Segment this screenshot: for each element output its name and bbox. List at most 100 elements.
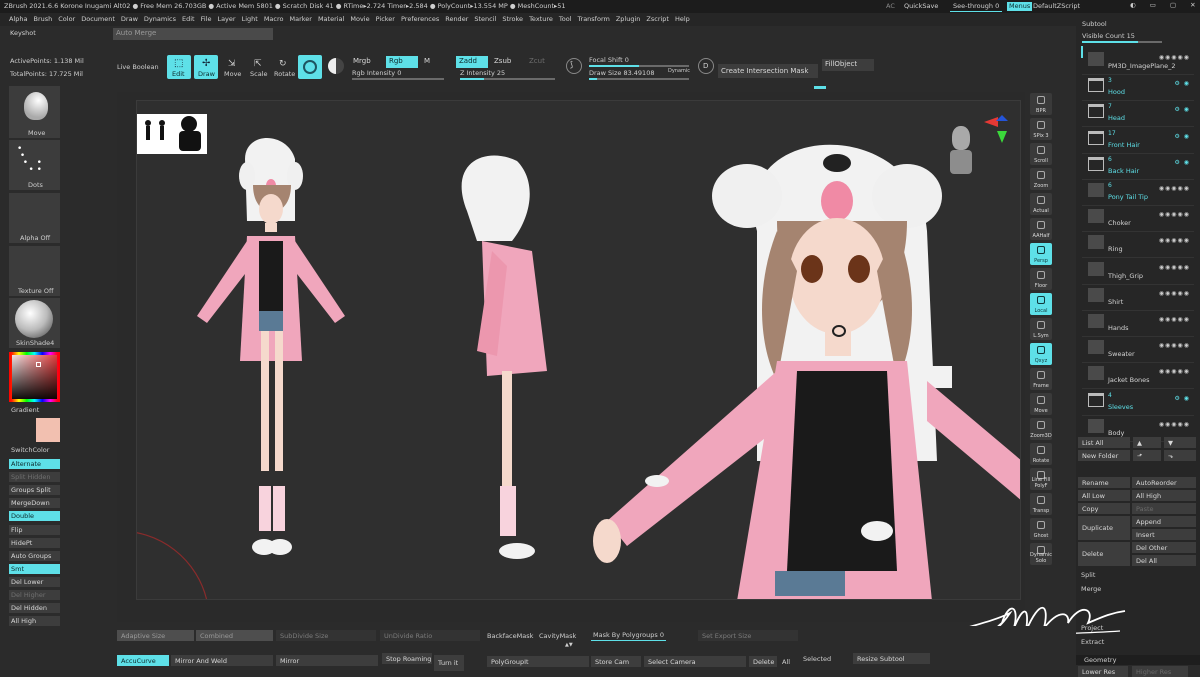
subtool-item-pm3d-imageplane-2[interactable]: PM3D_ImagePlane_2 ◉◉◉◉◉ <box>1082 49 1194 75</box>
left-btn-split-hidden[interactable]: Split Hidden <box>9 472 60 483</box>
draw-size-label[interactable]: Draw Size 83.49108 <box>589 70 654 77</box>
texture-thumbnail[interactable]: Texture Off <box>9 246 60 296</box>
menu-macro[interactable]: Macro <box>264 16 284 23</box>
shelf-aahalf[interactable]: AAHalf <box>1030 218 1052 240</box>
menu-file[interactable]: File <box>201 16 212 23</box>
head-navigation-icon[interactable] <box>948 126 974 176</box>
move-down-button[interactable]: ⬎ <box>1164 450 1196 461</box>
shelf-dynamic-solo[interactable]: Dynamic Solo <box>1030 543 1052 565</box>
hue-ring[interactable] <box>9 352 60 402</box>
resize-subtool-button[interactable]: Resize Subtool <box>853 653 930 664</box>
cavity-arrows-icon[interactable]: ▲▼ <box>565 643 573 648</box>
menu-material[interactable]: Material <box>318 16 344 23</box>
subtool-item-front-hair[interactable]: 17 Front Hair ⚙ ◉ <box>1082 128 1194 154</box>
subtool-item-head[interactable]: 7 Head ⚙ ◉ <box>1082 101 1194 128</box>
visibility-icon[interactable]: ◉◉◉◉◉ <box>1159 316 1190 323</box>
stop-roaming-button[interactable]: Stop Roaming <box>382 653 432 664</box>
rgb-intensity-slider[interactable] <box>352 78 444 80</box>
turn-it-button[interactable]: Turn it <box>434 655 464 671</box>
new-folder-button[interactable]: New Folder <box>1078 450 1130 461</box>
higher-res-button[interactable]: Higher Res <box>1132 666 1188 677</box>
rename-button[interactable]: Rename <box>1078 477 1130 488</box>
m-button[interactable]: M <box>421 56 433 68</box>
create-intersection-mask-button[interactable]: Create Intersection Mask <box>718 64 818 78</box>
rgb-button[interactable]: Rgb <box>386 56 418 68</box>
left-btn-mergedown[interactable]: MergeDown <box>9 498 60 509</box>
del-other-button[interactable]: Del Other <box>1132 542 1196 553</box>
seethrough-slider[interactable]: See-through 0 <box>950 2 1003 12</box>
menu-movie[interactable]: Movie <box>350 16 369 23</box>
left-btn-alternate[interactable]: Alternate <box>9 459 60 469</box>
alpha-thumbnail[interactable]: Alpha Off <box>9 193 60 243</box>
shelf-transp[interactable]: Transp <box>1030 493 1052 515</box>
subdivide-size-slider[interactable]: SubDivide Size <box>276 630 376 641</box>
mask-by-polygroups-slider[interactable]: Mask By Polygroups 0 <box>591 631 666 641</box>
keyshot-label[interactable]: Keyshot <box>10 30 36 37</box>
delete-subtool-button[interactable]: Delete <box>1078 542 1130 566</box>
menu-render[interactable]: Render <box>445 16 468 23</box>
visibility-icon[interactable]: ◉◉◉◉◉ <box>1159 185 1190 192</box>
brush-thumbnail[interactable]: Move <box>9 86 60 138</box>
menu-transform[interactable]: Transform <box>578 16 610 23</box>
visibility-icon[interactable]: ◉◉◉◉◉ <box>1159 368 1190 375</box>
shelf-frame[interactable]: Frame <box>1030 368 1052 390</box>
menu-texture[interactable]: Texture <box>529 16 553 23</box>
folder-settings-icon[interactable]: ⚙ ◉ <box>1174 159 1190 166</box>
left-btn-hidept[interactable]: HidePt <box>9 537 60 548</box>
subtool-title[interactable]: Subtool <box>1082 21 1107 28</box>
mrgb-button[interactable]: Mrgb <box>350 56 382 68</box>
subtool-item-ring[interactable]: Ring ◉◉◉◉◉ <box>1082 232 1194 259</box>
all-high-button[interactable]: All High <box>1132 490 1196 501</box>
left-btn-flip[interactable]: Flip <box>9 524 60 535</box>
combined-button[interactable]: Combined <box>196 630 273 641</box>
shelf-bpr[interactable]: BPR <box>1030 93 1052 115</box>
shelf-l-sym[interactable]: L.Sym <box>1030 318 1052 340</box>
store-cam-button[interactable]: Store Cam <box>591 656 641 667</box>
document-canvas[interactable] <box>136 100 1021 600</box>
left-btn-double[interactable]: Double <box>9 511 60 522</box>
auto-merge-button[interactable]: Auto Merge <box>113 28 273 40</box>
shelf-zoom3d[interactable]: Zoom3D <box>1030 418 1052 440</box>
left-btn-smt[interactable]: Smt <box>9 563 60 574</box>
draw-button[interactable]: ✢ Draw <box>194 55 218 79</box>
shelf-line-fill-polyf[interactable]: Line Fill PolyF <box>1030 468 1052 490</box>
menu-layer[interactable]: Layer <box>217 16 235 23</box>
z-intensity-slider[interactable] <box>460 78 555 80</box>
left-btn-groups-split[interactable]: Groups Split <box>9 485 60 496</box>
arrow-up-button[interactable]: ▲ <box>1133 437 1161 448</box>
menu-zscript[interactable]: Zscript <box>646 16 669 23</box>
zsub-button[interactable]: Zsub <box>491 56 519 68</box>
all-camera-label[interactable]: All <box>782 659 790 666</box>
menu-picker[interactable]: Picker <box>376 16 395 23</box>
menu-stencil[interactable]: Stencil <box>474 16 496 23</box>
shelf-zoom[interactable]: Zoom <box>1030 168 1052 190</box>
cavity-mask-button[interactable]: CavityMask <box>539 633 576 640</box>
subtool-item-hood[interactable]: 3 Hood ⚙ ◉ <box>1082 75 1194 102</box>
shelf-floor[interactable]: Floor <box>1030 268 1052 290</box>
edit-button[interactable]: ⬚ Edit <box>167 55 191 79</box>
menu-help[interactable]: Help <box>675 16 690 23</box>
default-zscript[interactable]: DefaultZScript <box>1033 3 1080 10</box>
visibility-icon[interactable]: ◉◉◉◉◉ <box>1159 237 1190 244</box>
undivide-ratio-slider[interactable]: UnDivide Ratio <box>380 630 480 641</box>
menu-tool[interactable]: Tool <box>559 16 572 23</box>
left-btn-del-higher[interactable]: Del Higher <box>9 590 60 600</box>
select-camera-button[interactable]: Select Camera <box>644 656 746 667</box>
menu-color[interactable]: Color <box>58 16 75 23</box>
arrow-down-button[interactable]: ▼ <box>1164 437 1196 448</box>
subtool-item-hands[interactable]: Hands ◉◉◉◉◉ <box>1082 311 1194 337</box>
copy-button[interactable]: Copy <box>1078 503 1130 514</box>
scale-button[interactable]: ⇱ Scale <box>248 55 270 79</box>
accucurve-button[interactable]: AccuCurve <box>117 655 169 666</box>
visibility-icon[interactable]: ◉◉◉◉◉ <box>1159 421 1190 428</box>
menu-alpha[interactable]: Alpha <box>9 16 27 23</box>
folder-settings-icon[interactable]: ⚙ ◉ <box>1174 395 1190 402</box>
focal-shift-label[interactable]: Focal Shift 0 <box>589 57 629 64</box>
duplicate-button[interactable]: Duplicate <box>1078 516 1130 540</box>
paste-button[interactable]: Paste <box>1132 503 1196 514</box>
shelf-spix-3[interactable]: SPix 3 <box>1030 118 1052 140</box>
insert-button[interactable]: Insert <box>1132 529 1196 540</box>
set-export-size-button[interactable]: Set Export Size <box>698 630 798 641</box>
geometry-header[interactable]: Geometry <box>1076 655 1200 665</box>
del-all-button[interactable]: Del All <box>1132 555 1196 566</box>
